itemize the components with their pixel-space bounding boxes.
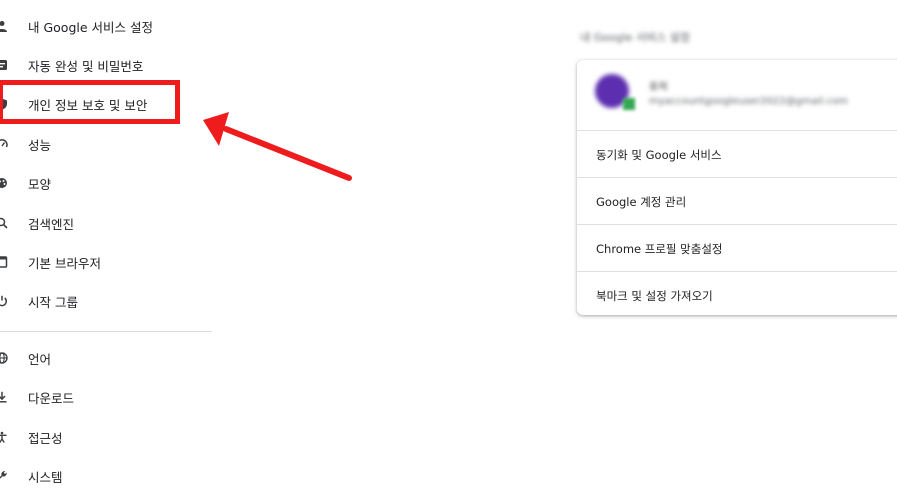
accessibility-icon [0, 431, 8, 443]
profile-name: 유저 [649, 82, 668, 93]
sidebar-item-label: 언어 [28, 351, 52, 367]
sidebar-item-languages[interactable]: 언어 [0, 343, 215, 373]
sidebar-item-search-engine[interactable]: 검색엔진 [0, 208, 215, 238]
sidebar-item-label: 접근성 [28, 430, 63, 446]
download-icon [0, 391, 8, 403]
person-icon [0, 20, 8, 32]
manage-google-account-row[interactable]: Google 계정 관리 [577, 177, 897, 225]
profile-row[interactable]: 유저 myaccountgoogleuser2022@gmail.com [577, 60, 897, 130]
speedometer-icon [0, 138, 8, 150]
avatar-badge [623, 98, 635, 110]
sidebar-item-system[interactable]: 시스템 [0, 461, 215, 491]
sidebar-item-default-browser[interactable]: 기본 브라우저 [0, 247, 215, 277]
customize-chrome-profile-row[interactable]: Chrome 프로필 맞춤설정 [577, 224, 897, 272]
power-icon [0, 295, 8, 307]
sidebar-item-appearance[interactable]: 모양 [0, 168, 215, 198]
shield-icon [0, 98, 8, 110]
sidebar-item-label: 내 Google 서비스 설정 [28, 19, 154, 35]
autofill-icon [0, 59, 8, 71]
profile-email: myaccountgoogleuser2022@gmail.com [649, 96, 848, 107]
sidebar-item-label: 시작 그룹 [28, 294, 78, 310]
sidebar-item-performance[interactable]: 성능 [0, 129, 215, 159]
sidebar-item-label: 성능 [28, 137, 52, 153]
profile-card: 유저 myaccountgoogleuser2022@gmail.com 동기화… [577, 60, 897, 315]
palette-icon [0, 177, 8, 189]
sidebar-item-my-google-services[interactable]: 내 Google 서비스 설정 [0, 11, 215, 41]
row-label: Chrome 프로필 맞춤설정 [596, 241, 723, 256]
sidebar-item-label: 기본 브라우저 [28, 255, 101, 271]
row-label: 동기화 및 Google 서비스 [596, 147, 722, 162]
search-icon [0, 217, 8, 229]
sidebar-divider [0, 331, 212, 332]
row-label: Google 계정 관리 [596, 194, 687, 209]
wrench-icon [0, 470, 8, 482]
sync-google-services-row[interactable]: 동기화 및 Google 서비스 [577, 130, 897, 178]
sidebar-item-label: 모양 [28, 176, 52, 192]
import-bookmarks-settings-row[interactable]: 북마크 및 설정 가져오기 [577, 271, 897, 315]
sidebar-item-label: 다운로드 [28, 390, 75, 406]
sidebar-item-on-startup[interactable]: 시작 그룹 [0, 286, 215, 316]
sidebar-item-label: 개인 정보 보호 및 보안 [28, 97, 148, 113]
sidebar-item-downloads[interactable]: 다운로드 [0, 382, 215, 412]
sidebar-item-autofill-passwords[interactable]: 자동 완성 및 비밀번호 [0, 50, 215, 80]
section-heading: 내 Google 서비스 설정 [580, 31, 690, 44]
browser-icon [0, 256, 8, 268]
sidebar-item-label: 검색엔진 [28, 216, 75, 232]
sidebar-item-label: 자동 완성 및 비밀번호 [28, 58, 144, 74]
sidebar-item-accessibility[interactable]: 접근성 [0, 422, 215, 452]
globe-icon [0, 352, 8, 364]
row-label: 북마크 및 설정 가져오기 [596, 288, 713, 303]
sidebar-item-privacy-security[interactable]: 개인 정보 보호 및 보안 [0, 89, 215, 119]
settings-sidebar: 내 Google 서비스 설정 자동 완성 및 비밀번호 개인 정보 보호 및 … [0, 0, 215, 485]
